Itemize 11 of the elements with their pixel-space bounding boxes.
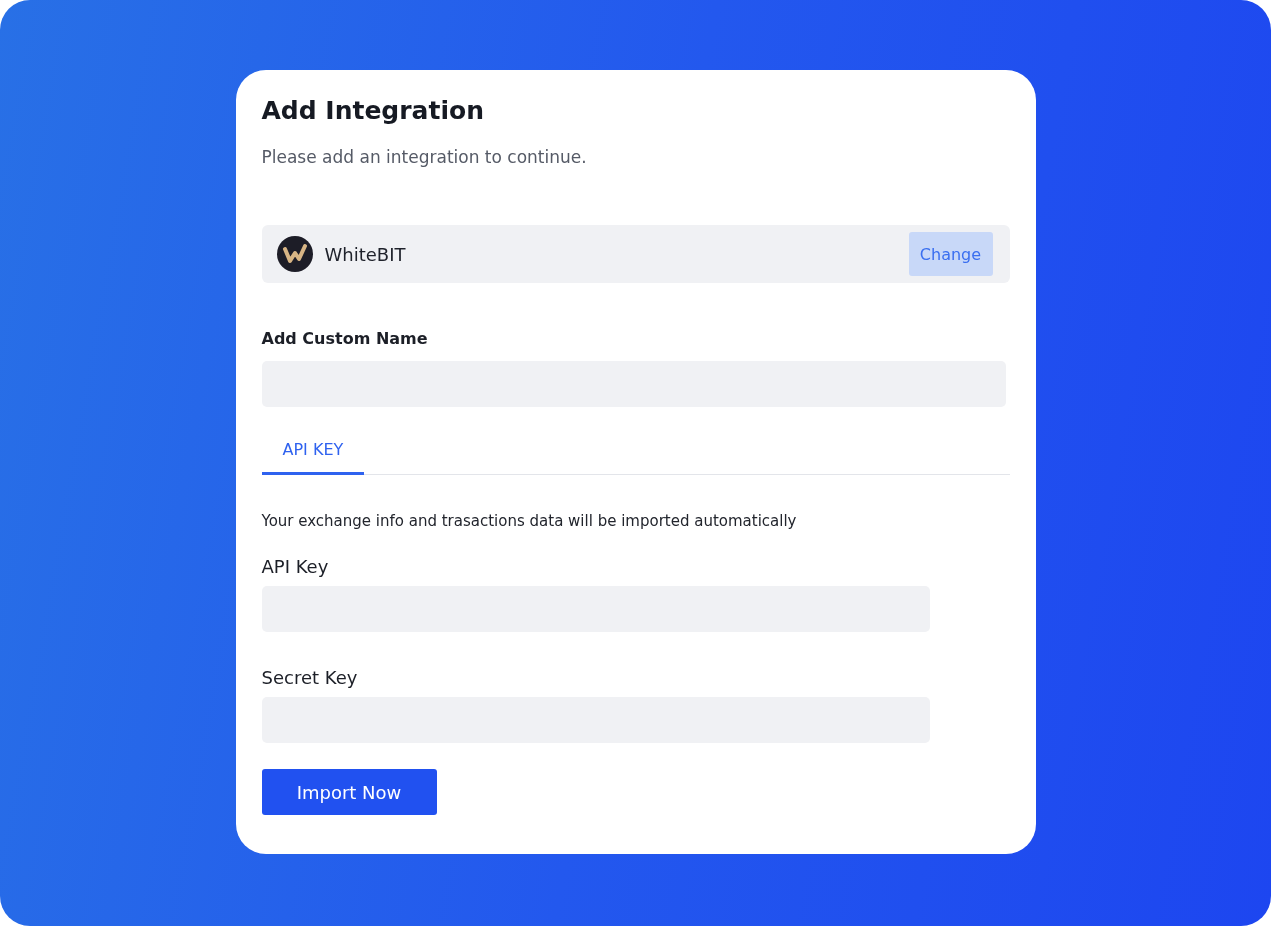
field-label: API Key [261, 557, 330, 577]
description-text: Your exchange info and trasactions data will be imported automatically [261, 511, 798, 531]
tab[interactable]: API KEY [261, 427, 365, 475]
provider-name: WhiteBIT [324, 243, 407, 265]
logo-icon [276, 236, 313, 272]
dialog-subtitle: Please add an integration to continue. [261, 146, 588, 168]
field-label: Secret Key [261, 668, 359, 688]
field-label: Add Custom Name [261, 329, 429, 349]
import-button[interactable]: Import Now [261, 769, 437, 815]
change-button[interactable]: Change [908, 232, 993, 276]
dialog-title: Add Integration [261, 95, 485, 127]
